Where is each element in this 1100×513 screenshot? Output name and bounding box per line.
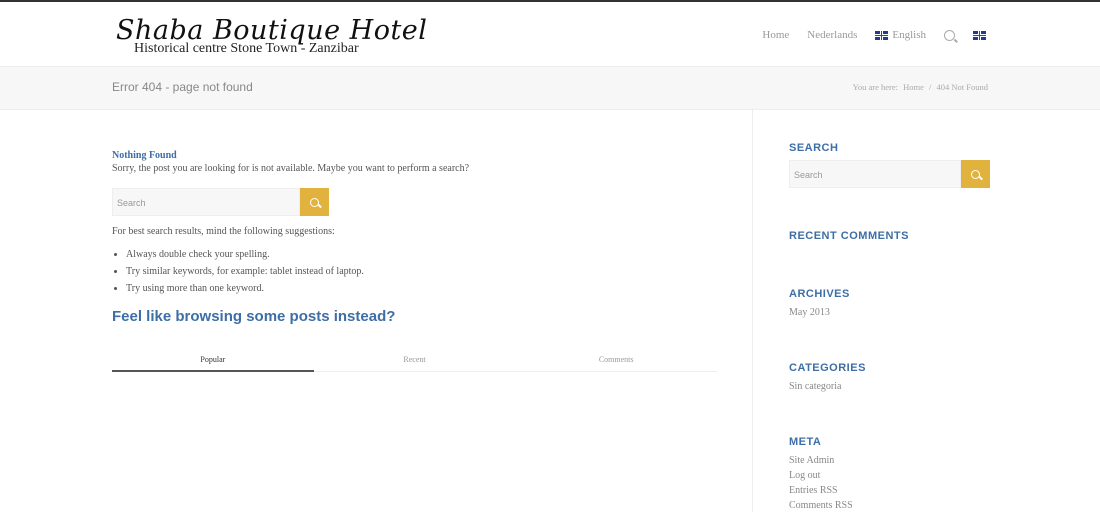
breadcrumb-current: 404 Not Found	[936, 82, 988, 92]
meta-site-admin[interactable]: Site Admin	[789, 453, 990, 468]
sidebar-search-input[interactable]: Search	[789, 160, 961, 188]
category-link[interactable]: Sin categoria	[789, 379, 990, 394]
meta-list: Site Admin Log out Entries RSS Comments …	[789, 453, 990, 513]
meta-title: META	[789, 436, 822, 448]
sidebar-divider	[752, 108, 753, 512]
nav-nederlands[interactable]: Nederlands	[807, 29, 857, 41]
site-header: Shaba Boutique Hotel Historical centre S…	[0, 2, 1100, 66]
search-icon	[310, 197, 319, 207]
breadcrumb-home[interactable]: Home	[903, 82, 924, 92]
title-bar: Error 404 - page not found You are here:…	[0, 66, 1100, 110]
meta-entries-rss[interactable]: Entries RSS	[789, 483, 990, 498]
page-title: Error 404 - page not found	[112, 80, 253, 94]
categories-title: CATEGORIES	[789, 362, 866, 374]
tip-item: Try using more than one keyword.	[126, 283, 717, 294]
main-search-button[interactable]	[300, 188, 329, 216]
uk-flag-icon	[875, 30, 889, 40]
meta-comments-rss[interactable]: Comments RSS	[789, 498, 990, 513]
posts-tabs: Popular Recent Comments	[112, 355, 717, 372]
main-nav: Home Nederlands English	[744, 29, 990, 41]
recent-comments-title: RECENT COMMENTS	[789, 230, 909, 242]
archive-link[interactable]: May 2013	[789, 305, 990, 320]
breadcrumb-label: You are here:	[852, 82, 898, 92]
uk-flag-icon	[973, 30, 986, 40]
search-icon	[944, 29, 955, 41]
search-icon	[971, 169, 980, 179]
sidebar-search-button[interactable]	[961, 160, 990, 188]
main-search-form: Search	[112, 188, 717, 216]
tip-item: Always double check your spelling.	[126, 249, 717, 260]
breadcrumb: You are here: Home / 404 Not Found	[850, 82, 988, 92]
tab-popular[interactable]: Popular	[112, 355, 314, 372]
archives-title: ARCHIVES	[789, 288, 850, 300]
not-found-message: Sorry, the post you are looking for is n…	[112, 163, 470, 174]
main-search-input[interactable]: Search	[112, 188, 300, 216]
nav-search[interactable]	[944, 29, 955, 41]
meta-log-out[interactable]: Log out	[789, 468, 990, 483]
browse-heading: Feel like browsing some posts instead?	[112, 308, 396, 325]
tip-item: Try similar keywords, for example: table…	[126, 266, 717, 277]
nav-english-label: English	[892, 29, 926, 41]
nav-home[interactable]: Home	[762, 29, 789, 41]
sidebar-search-form: Search	[789, 160, 990, 188]
nav-english[interactable]: English	[875, 29, 926, 41]
site-logo[interactable]: Shaba Boutique Hotel Historical centre S…	[116, 16, 427, 56]
tab-comments[interactable]: Comments	[515, 355, 717, 371]
breadcrumb-separator: /	[929, 82, 932, 92]
search-widget-title: SEARCH	[789, 142, 839, 154]
sidebar: SEARCH Search RECENT COMMENTS ARCHIVES M…	[789, 142, 990, 513]
nothing-found-heading: Nothing Found	[112, 150, 177, 161]
main-content: Nothing Found Sorry, the post you are lo…	[112, 150, 717, 372]
tips-intro: For best search results, mind the follow…	[112, 226, 335, 237]
language-switcher[interactable]	[973, 30, 990, 40]
tab-recent[interactable]: Recent	[314, 355, 516, 371]
tips-list: Always double check your spelling. Try s…	[112, 249, 717, 294]
